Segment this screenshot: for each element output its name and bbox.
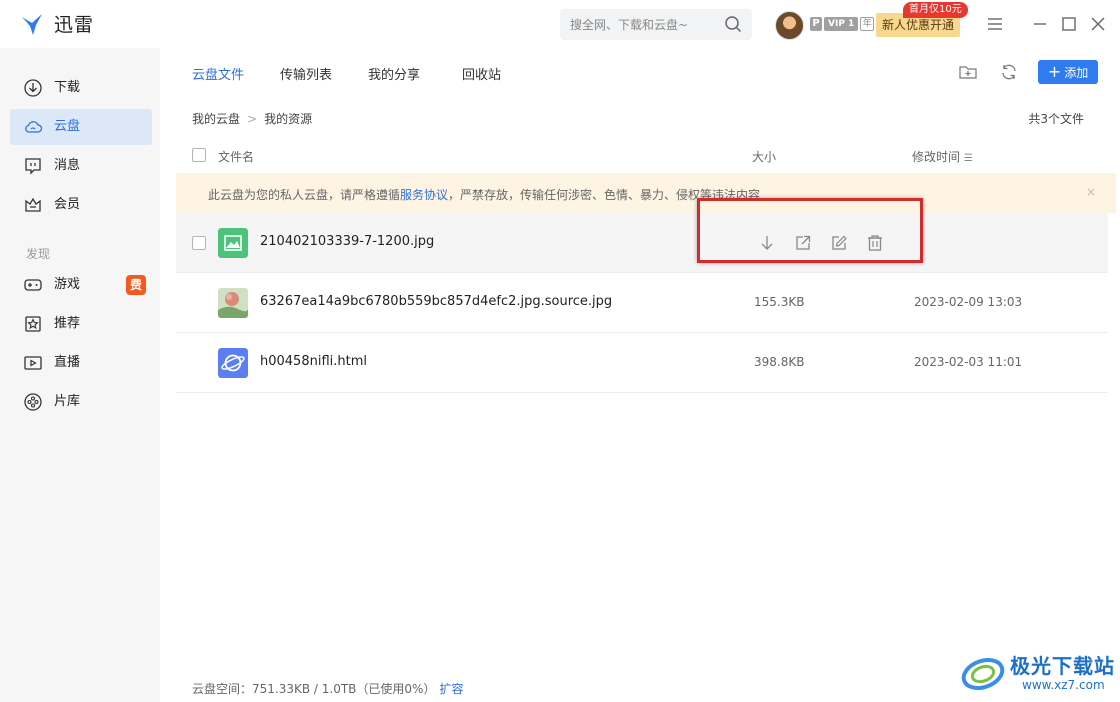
image-file-icon — [218, 228, 248, 258]
sidebar-item-label: 片库 — [54, 394, 81, 409]
sidebar-section-discover: 发现 — [26, 247, 51, 261]
service-agreement-link[interactable]: 服务协议 — [400, 188, 448, 202]
refresh-icon[interactable] — [999, 62, 1019, 82]
add-button[interactable]: + 添加 — [1038, 60, 1098, 84]
file-count: 共3个文件 — [1028, 112, 1084, 126]
message-icon — [25, 158, 41, 175]
privacy-notice: 此云盘为您的私人云盘，请严格遵循服务协议，严禁存放，传输任何涉密、色情、暴力、侵… — [176, 173, 1116, 213]
vip-year-badge: 年 — [860, 17, 875, 31]
gamepad-icon — [24, 279, 42, 291]
column-header-name[interactable]: 文件名 — [218, 148, 254, 165]
new-folder-icon[interactable] — [958, 62, 978, 82]
column-header-size[interactable]: 大小 — [752, 148, 776, 165]
sidebar-item-download[interactable]: 下载 — [10, 70, 152, 106]
sidebar-item-membership[interactable]: 会员 — [10, 187, 152, 223]
table-row[interactable]: 210402103339-7-1200.jpg — [176, 213, 1108, 273]
app-name: 迅雷 — [54, 14, 95, 36]
search-icon[interactable] — [724, 15, 742, 33]
app-logo: 迅雷 — [20, 10, 94, 37]
sidebar-item-label: 下载 — [54, 80, 81, 95]
expand-storage-link[interactable]: 扩容 — [439, 682, 463, 696]
tab-my-shares[interactable]: 我的分享 — [368, 64, 420, 83]
add-button-label: 添加 — [1064, 65, 1089, 80]
sidebar-item-label: 推荐 — [54, 316, 81, 331]
table-row[interactable]: h00458nifli.html 398.8KB 2023-02-03 11:0… — [176, 333, 1108, 393]
notice-prefix: 此云盘为您的私人云盘，请严格遵循 — [208, 188, 401, 202]
file-name: h00458nifli.html — [260, 354, 367, 369]
file-name: 210402103339-7-1200.jpg — [260, 234, 435, 249]
breadcrumb: 我的云盘 > 我的资源 — [192, 110, 312, 127]
file-size: 155.3KB — [754, 295, 805, 309]
sidebar-item-cloud[interactable]: 云盘 — [10, 109, 152, 145]
breadcrumb-current: 我的资源 — [264, 112, 313, 126]
sidebar-item-live[interactable]: 直播 — [10, 345, 152, 381]
watermark-title: 极光下载站 — [1010, 654, 1115, 678]
sidebar-item-messages[interactable]: 消息 — [10, 148, 152, 184]
avatar[interactable] — [775, 11, 804, 40]
download-circle-icon — [24, 79, 42, 97]
film-reel-icon — [24, 393, 42, 411]
search-input[interactable] — [570, 9, 720, 40]
sidebar-item-label: 会员 — [54, 197, 81, 212]
notice-close-icon[interactable]: × — [1086, 185, 1096, 199]
watermark-logo-icon — [961, 657, 1005, 691]
tab-recycle-bin[interactable]: 回收站 — [462, 64, 501, 83]
file-modified: 2023-02-03 11:01 — [914, 355, 1023, 369]
sidebar-item-games[interactable]: 游戏 费 — [10, 267, 152, 303]
file-name: 63267ea14a9bc6780b559bc857d4efc2.jpg.sou… — [260, 294, 613, 309]
minimize-icon[interactable] — [1030, 14, 1050, 34]
tab-cloud-files[interactable]: 云盘文件 — [192, 64, 244, 83]
sidebar-item-recommend[interactable]: 推荐 — [10, 306, 152, 342]
highlight-annotation-box — [697, 198, 923, 263]
row-checkbox[interactable] — [192, 236, 206, 250]
title-bar: 迅雷 P VIP 1 年 新人优惠开通 首月仅10元 — [0, 0, 1120, 48]
menu-icon[interactable] — [985, 14, 1005, 34]
watermark-url: www.xz7.com — [1022, 678, 1105, 692]
breadcrumb-root[interactable]: 我的云盘 — [192, 110, 240, 127]
chevron-right-icon: > — [247, 111, 258, 126]
plus-icon: + — [1047, 62, 1062, 81]
column-header-modified[interactable]: 修改时间 ☰ — [912, 148, 973, 165]
photo-thumbnail — [218, 288, 248, 318]
maximize-icon[interactable] — [1059, 14, 1079, 34]
star-icon — [25, 316, 41, 332]
column-header-modified-label: 修改时间 — [912, 150, 961, 164]
search-box[interactable] — [560, 9, 752, 40]
vip-p-badge: P — [810, 17, 822, 31]
promo-tag: 首月仅10元 — [903, 2, 968, 18]
watermark: 极光下载站 www.xz7.com — [960, 648, 1115, 700]
html-file-icon — [218, 348, 248, 378]
paid-badge: 费 — [126, 275, 146, 295]
vip-badge[interactable]: P VIP 1 年 — [810, 17, 875, 31]
crown-icon — [25, 197, 41, 212]
thunder-bird-icon — [22, 13, 42, 35]
tab-transfer-list[interactable]: 传输列表 — [280, 64, 332, 83]
storage-footer: 云盘空间：751.33KB / 1.0TB（已使用0%） 扩容 — [192, 680, 463, 697]
vip-level-badge: VIP 1 — [824, 17, 859, 31]
sidebar-item-library[interactable]: 片库 — [10, 384, 152, 420]
sidebar: 下载 云盘 消息 会员 发现 游戏 费 推荐 直播 片库 — [0, 48, 160, 702]
select-all-checkbox[interactable] — [192, 148, 206, 162]
table-row[interactable]: 63267ea14a9bc6780b559bc857d4efc2.jpg.sou… — [176, 273, 1108, 333]
notice-text: 此云盘为您的私人云盘，请严格遵循服务协议，严禁存放，传输任何涉密、色情、暴力、侵… — [208, 186, 760, 203]
live-icon — [24, 356, 42, 370]
storage-usage: 云盘空间：751.33KB / 1.0TB（已使用0%） — [192, 682, 436, 696]
file-size: 398.8KB — [754, 355, 805, 369]
sidebar-item-label: 游戏 — [54, 277, 81, 292]
cloud-icon — [25, 121, 43, 133]
sort-icon[interactable]: ☰ — [964, 153, 973, 164]
sidebar-item-label: 云盘 — [54, 119, 81, 134]
sidebar-item-label: 消息 — [54, 158, 81, 173]
file-modified: 2023-02-09 13:03 — [914, 295, 1023, 309]
sidebar-item-label: 直播 — [54, 355, 81, 370]
close-icon[interactable] — [1088, 14, 1108, 34]
